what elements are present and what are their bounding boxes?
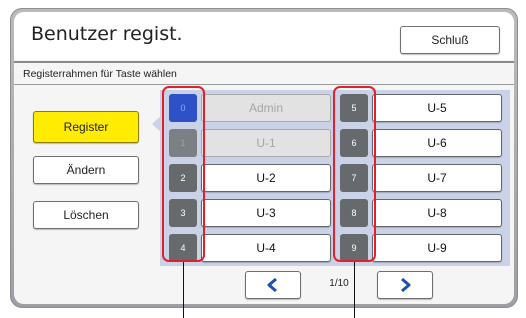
instruction-text: Registerrahmen für Taste wählen: [23, 68, 177, 80]
user-slot-button-7[interactable]: U-7: [372, 164, 502, 192]
page-title: Benutzer regist.: [31, 23, 183, 45]
title-divider: [14, 61, 514, 63]
title-bar: Benutzer regist. Schluß: [14, 12, 514, 60]
page-indicator: 1/10: [329, 278, 349, 289]
user-slot-button-3[interactable]: U-3: [201, 199, 331, 227]
screen-frame: Benutzer regist. Schluß Registerrahmen f…: [10, 8, 518, 308]
close-button[interactable]: Schluß: [400, 26, 500, 54]
delete-button[interactable]: Löschen: [33, 201, 139, 229]
slot-number-9: 9: [340, 234, 368, 262]
callout-line-right: [354, 262, 355, 318]
user-slot-button-1[interactable]: U-1: [201, 129, 331, 157]
slot-number-7: 7: [340, 164, 368, 192]
slot-number-2: 2: [169, 164, 197, 192]
chevron-right-icon: [401, 277, 411, 293]
slot-number-3: 3: [169, 199, 197, 227]
user-slot-button-2[interactable]: U-2: [201, 164, 331, 192]
prev-page-button[interactable]: [245, 271, 301, 299]
slot-number-0: 0: [169, 94, 197, 122]
slot-number-6: 6: [340, 129, 368, 157]
chevron-left-icon: [267, 277, 277, 293]
user-slot-button-4[interactable]: U-4: [201, 234, 331, 262]
change-button[interactable]: Ändern: [33, 156, 139, 184]
slot-number-8: 8: [340, 199, 368, 227]
user-slot-button-8[interactable]: U-8: [372, 199, 502, 227]
subtitle-divider: [14, 84, 514, 85]
user-slot-button-9[interactable]: U-9: [372, 234, 502, 262]
slot-number-4: 4: [169, 234, 197, 262]
user-slot-button-0[interactable]: Admin: [201, 94, 331, 122]
user-slot-button-5[interactable]: U-5: [372, 94, 502, 122]
register-button[interactable]: Register: [33, 111, 139, 143]
slot-number-1: 1: [169, 129, 197, 157]
user-slot-button-6[interactable]: U-6: [372, 129, 502, 157]
slot-number-5: 5: [340, 94, 368, 122]
next-page-button[interactable]: [377, 271, 433, 299]
dialog-panel: Benutzer regist. Schluß Registerrahmen f…: [14, 12, 514, 304]
callout-line-left: [183, 262, 184, 318]
